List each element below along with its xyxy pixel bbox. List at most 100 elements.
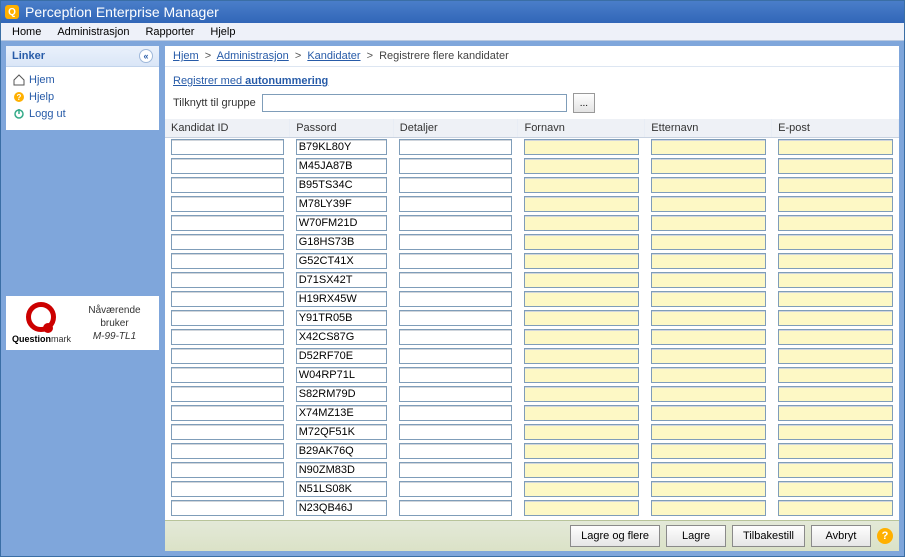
passord-input[interactable] — [296, 215, 388, 231]
column-epost[interactable]: E-post — [772, 119, 899, 138]
passord-input[interactable] — [296, 462, 388, 478]
detaljer-input[interactable] — [399, 291, 512, 307]
detaljer-input[interactable] — [399, 310, 512, 326]
kandidat-id-input[interactable] — [171, 196, 284, 212]
etternavn-input[interactable] — [651, 367, 766, 383]
sidebar-item-hjelp[interactable]: ? Hjelp — [12, 88, 153, 105]
fornavn-input[interactable] — [524, 234, 639, 250]
epost-input[interactable] — [778, 500, 893, 516]
detaljer-input[interactable] — [399, 196, 512, 212]
passord-input[interactable] — [296, 348, 388, 364]
passord-input[interactable] — [296, 443, 388, 459]
column-etternavn[interactable]: Etternavn — [645, 119, 772, 138]
fornavn-input[interactable] — [524, 158, 639, 174]
kandidat-id-input[interactable] — [171, 253, 284, 269]
etternavn-input[interactable] — [651, 215, 766, 231]
epost-input[interactable] — [778, 234, 893, 250]
kandidat-id-input[interactable] — [171, 329, 284, 345]
fornavn-input[interactable] — [524, 443, 639, 459]
kandidat-id-input[interactable] — [171, 291, 284, 307]
epost-input[interactable] — [778, 215, 893, 231]
kandidat-id-input[interactable] — [171, 215, 284, 231]
passord-input[interactable] — [296, 500, 388, 516]
epost-input[interactable] — [778, 424, 893, 440]
fornavn-input[interactable] — [524, 462, 639, 478]
kandidat-id-input[interactable] — [171, 481, 284, 497]
etternavn-input[interactable] — [651, 462, 766, 478]
kandidat-id-input[interactable] — [171, 310, 284, 326]
etternavn-input[interactable] — [651, 481, 766, 497]
fornavn-input[interactable] — [524, 348, 639, 364]
reset-button[interactable]: Tilbakestill — [732, 525, 805, 547]
etternavn-input[interactable] — [651, 405, 766, 421]
etternavn-input[interactable] — [651, 443, 766, 459]
menu-help[interactable]: Hjelp — [203, 25, 242, 39]
passord-input[interactable] — [296, 139, 388, 155]
etternavn-input[interactable] — [651, 424, 766, 440]
detaljer-input[interactable] — [399, 367, 512, 383]
etternavn-input[interactable] — [651, 177, 766, 193]
fornavn-input[interactable] — [524, 500, 639, 516]
detaljer-input[interactable] — [399, 405, 512, 421]
fornavn-input[interactable] — [524, 481, 639, 497]
epost-input[interactable] — [778, 405, 893, 421]
etternavn-input[interactable] — [651, 253, 766, 269]
fornavn-input[interactable] — [524, 291, 639, 307]
etternavn-input[interactable] — [651, 272, 766, 288]
epost-input[interactable] — [778, 386, 893, 402]
etternavn-input[interactable] — [651, 158, 766, 174]
etternavn-input[interactable] — [651, 386, 766, 402]
detaljer-input[interactable] — [399, 215, 512, 231]
epost-input[interactable] — [778, 272, 893, 288]
etternavn-input[interactable] — [651, 139, 766, 155]
epost-input[interactable] — [778, 310, 893, 326]
detaljer-input[interactable] — [399, 253, 512, 269]
etternavn-input[interactable] — [651, 348, 766, 364]
breadcrumb-kandidater[interactable]: Kandidater — [307, 50, 360, 62]
group-input[interactable] — [262, 94, 567, 112]
passord-input[interactable] — [296, 196, 388, 212]
passord-input[interactable] — [296, 367, 388, 383]
epost-input[interactable] — [778, 329, 893, 345]
etternavn-input[interactable] — [651, 500, 766, 516]
passord-input[interactable] — [296, 386, 388, 402]
detaljer-input[interactable] — [399, 443, 512, 459]
menu-reports[interactable]: Rapporter — [138, 25, 201, 39]
column-passord[interactable]: Passord — [290, 119, 394, 138]
passord-input[interactable] — [296, 405, 388, 421]
detaljer-input[interactable] — [399, 386, 512, 402]
kandidat-id-input[interactable] — [171, 405, 284, 421]
fornavn-input[interactable] — [524, 424, 639, 440]
kandidat-id-input[interactable] — [171, 424, 284, 440]
etternavn-input[interactable] — [651, 329, 766, 345]
sidebar-item-loggut[interactable]: Logg ut — [12, 105, 153, 122]
passord-input[interactable] — [296, 158, 388, 174]
kandidat-id-input[interactable] — [171, 272, 284, 288]
sidebar-item-hjem[interactable]: Hjem — [12, 71, 153, 88]
detaljer-input[interactable] — [399, 177, 512, 193]
epost-input[interactable] — [778, 367, 893, 383]
detaljer-input[interactable] — [399, 481, 512, 497]
menu-admin[interactable]: Administrasjon — [50, 25, 136, 39]
etternavn-input[interactable] — [651, 310, 766, 326]
kandidat-id-input[interactable] — [171, 443, 284, 459]
detaljer-input[interactable] — [399, 348, 512, 364]
passord-input[interactable] — [296, 310, 388, 326]
fornavn-input[interactable] — [524, 215, 639, 231]
passord-input[interactable] — [296, 424, 388, 440]
detaljer-input[interactable] — [399, 234, 512, 250]
fornavn-input[interactable] — [524, 253, 639, 269]
kandidat-id-input[interactable] — [171, 158, 284, 174]
group-browse-button[interactable]: ... — [573, 93, 595, 113]
collapse-icon[interactable]: « — [139, 49, 153, 63]
passord-input[interactable] — [296, 291, 388, 307]
kandidat-id-input[interactable] — [171, 177, 284, 193]
detaljer-input[interactable] — [399, 272, 512, 288]
fornavn-input[interactable] — [524, 139, 639, 155]
detaljer-input[interactable] — [399, 158, 512, 174]
menu-home[interactable]: Home — [5, 25, 48, 39]
etternavn-input[interactable] — [651, 234, 766, 250]
epost-input[interactable] — [778, 196, 893, 212]
fornavn-input[interactable] — [524, 405, 639, 421]
footer-help-icon[interactable]: ? — [877, 528, 893, 544]
